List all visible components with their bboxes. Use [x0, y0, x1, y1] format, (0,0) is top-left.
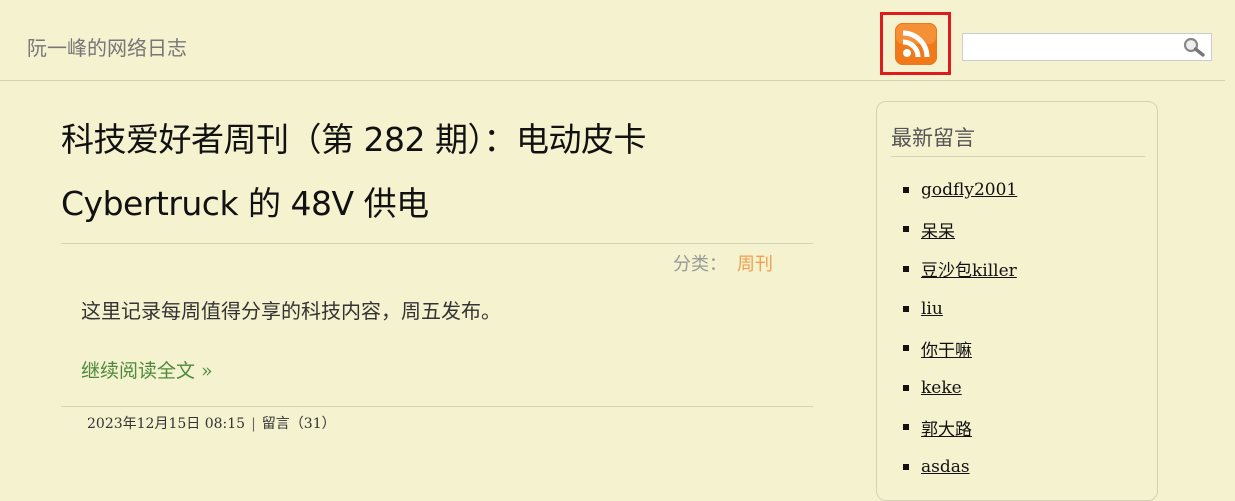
read-more-link[interactable]: 继续阅读全文 »: [81, 357, 213, 385]
list-item: godfly2001: [903, 170, 1017, 210]
title-divider: [61, 243, 813, 244]
category-link[interactable]: 周刊: [737, 254, 773, 275]
meta-divider: [61, 406, 813, 407]
search-icon: [1183, 37, 1205, 57]
article-meta: 2023年12月15日 08:15 | 留言（31）: [87, 413, 336, 435]
rss-highlight-frame: [880, 12, 951, 75]
post-date: 2023年12月15日 08:15: [87, 416, 246, 432]
comment-author-link[interactable]: asdas: [921, 457, 970, 477]
search-input[interactable]: [963, 34, 1177, 60]
sidebar-recent-comments: 最新留言 godfly2001 呆呆 豆沙包killer liu 你干嘛 kek…: [876, 101, 1158, 501]
article-title[interactable]: 科技爱好者周刊（第 282 期）：电动皮卡 Cybertruck 的 48V 供…: [61, 108, 781, 236]
list-item: 郭大路: [903, 408, 1017, 448]
bullet-icon: [903, 186, 909, 193]
site-title[interactable]: 阮一峰的网络日志: [27, 34, 187, 62]
recent-comments-list: godfly2001 呆呆 豆沙包killer liu 你干嘛 keke 郭大路…: [903, 170, 1017, 487]
bullet-icon: [903, 265, 909, 272]
article-summary: 这里记录每周值得分享的科技内容，周五发布。: [81, 299, 501, 323]
list-item: keke: [903, 368, 1017, 408]
bullet-icon: [903, 345, 909, 352]
list-item: 你干嘛: [903, 328, 1017, 368]
comment-author-link[interactable]: 豆沙包killer: [921, 256, 1017, 281]
bullet-icon: [903, 226, 909, 233]
list-item: liu: [903, 289, 1017, 329]
comment-author-link[interactable]: 郭大路: [921, 415, 972, 440]
comments-link[interactable]: 留言（31）: [262, 416, 336, 432]
bullet-icon: [903, 305, 909, 312]
rss-icon: [894, 22, 937, 65]
comment-author-link[interactable]: keke: [921, 378, 962, 398]
bullet-icon: [903, 384, 909, 391]
comment-author-link[interactable]: 呆呆: [921, 217, 955, 242]
comment-author-link[interactable]: 你干嘛: [921, 336, 972, 361]
meta-separator: |: [251, 416, 256, 432]
search-button[interactable]: [1181, 36, 1207, 58]
category-row: 分类： 周刊: [673, 252, 773, 278]
rss-feed-link[interactable]: [894, 22, 937, 65]
comment-author-link[interactable]: liu: [921, 299, 943, 319]
bullet-icon: [903, 463, 909, 470]
comment-author-link[interactable]: godfly2001: [921, 180, 1017, 200]
search-box: [962, 33, 1212, 61]
category-label: 分类：: [673, 254, 727, 275]
site-header: 阮一峰的网络日志: [0, 0, 1225, 81]
bullet-icon: [903, 424, 909, 431]
sidebar-title: 最新留言: [891, 122, 1145, 157]
list-item: 呆呆: [903, 210, 1017, 250]
list-item: 豆沙包killer: [903, 249, 1017, 289]
